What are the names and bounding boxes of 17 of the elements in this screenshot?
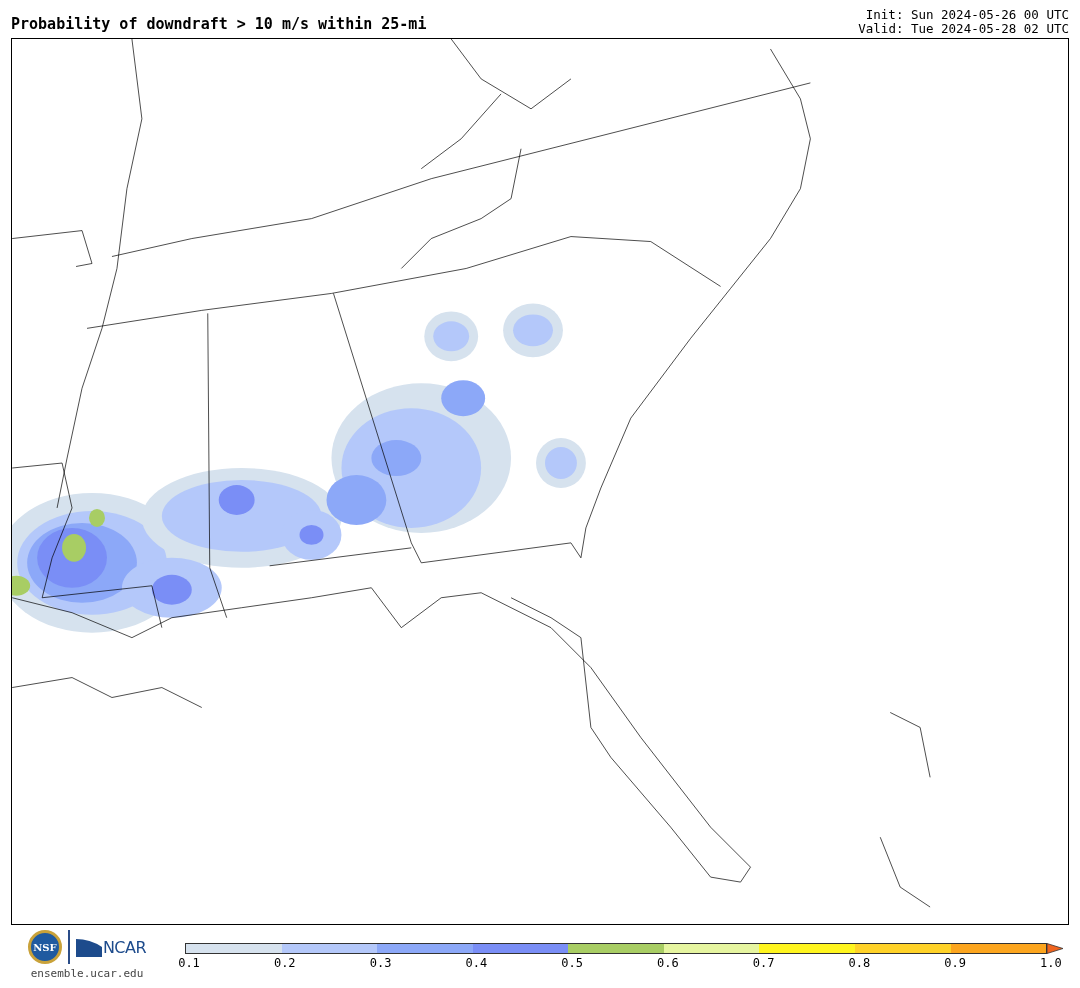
colorbar-tick-label: 0.1	[177, 956, 201, 970]
colorbar-tick-label: 1.0	[1039, 956, 1063, 970]
valid-time: Valid: Tue 2024-05-28 02 UTC	[858, 22, 1069, 36]
chart-title: Probability of downdraft > 10 m/s within 25-mi	[11, 15, 427, 33]
logo-text: NCAR	[102, 937, 147, 957]
wave-logo-icon	[75, 937, 102, 957]
colorbar-tick-label: 0.4	[464, 956, 489, 970]
colorbar-tick-label: 0.5	[560, 956, 584, 970]
init-time: Init: Sun 2024-05-26 00 UTC	[865, 8, 1069, 22]
colorbar-tick-label: 0.8	[847, 956, 872, 970]
colorbar-tick-label: 0.6	[656, 956, 680, 970]
colorbar-tick-label: 0.7	[751, 956, 776, 970]
site-url: ensemble.ucar.edu	[30, 967, 144, 980]
colorbar-tick-label: 0.9	[943, 956, 967, 970]
seal-logo: NSF	[27, 930, 62, 964]
colorbar-tick-label: 0.3	[368, 956, 393, 970]
colorbar-tick-label: 0.2	[272, 956, 297, 970]
